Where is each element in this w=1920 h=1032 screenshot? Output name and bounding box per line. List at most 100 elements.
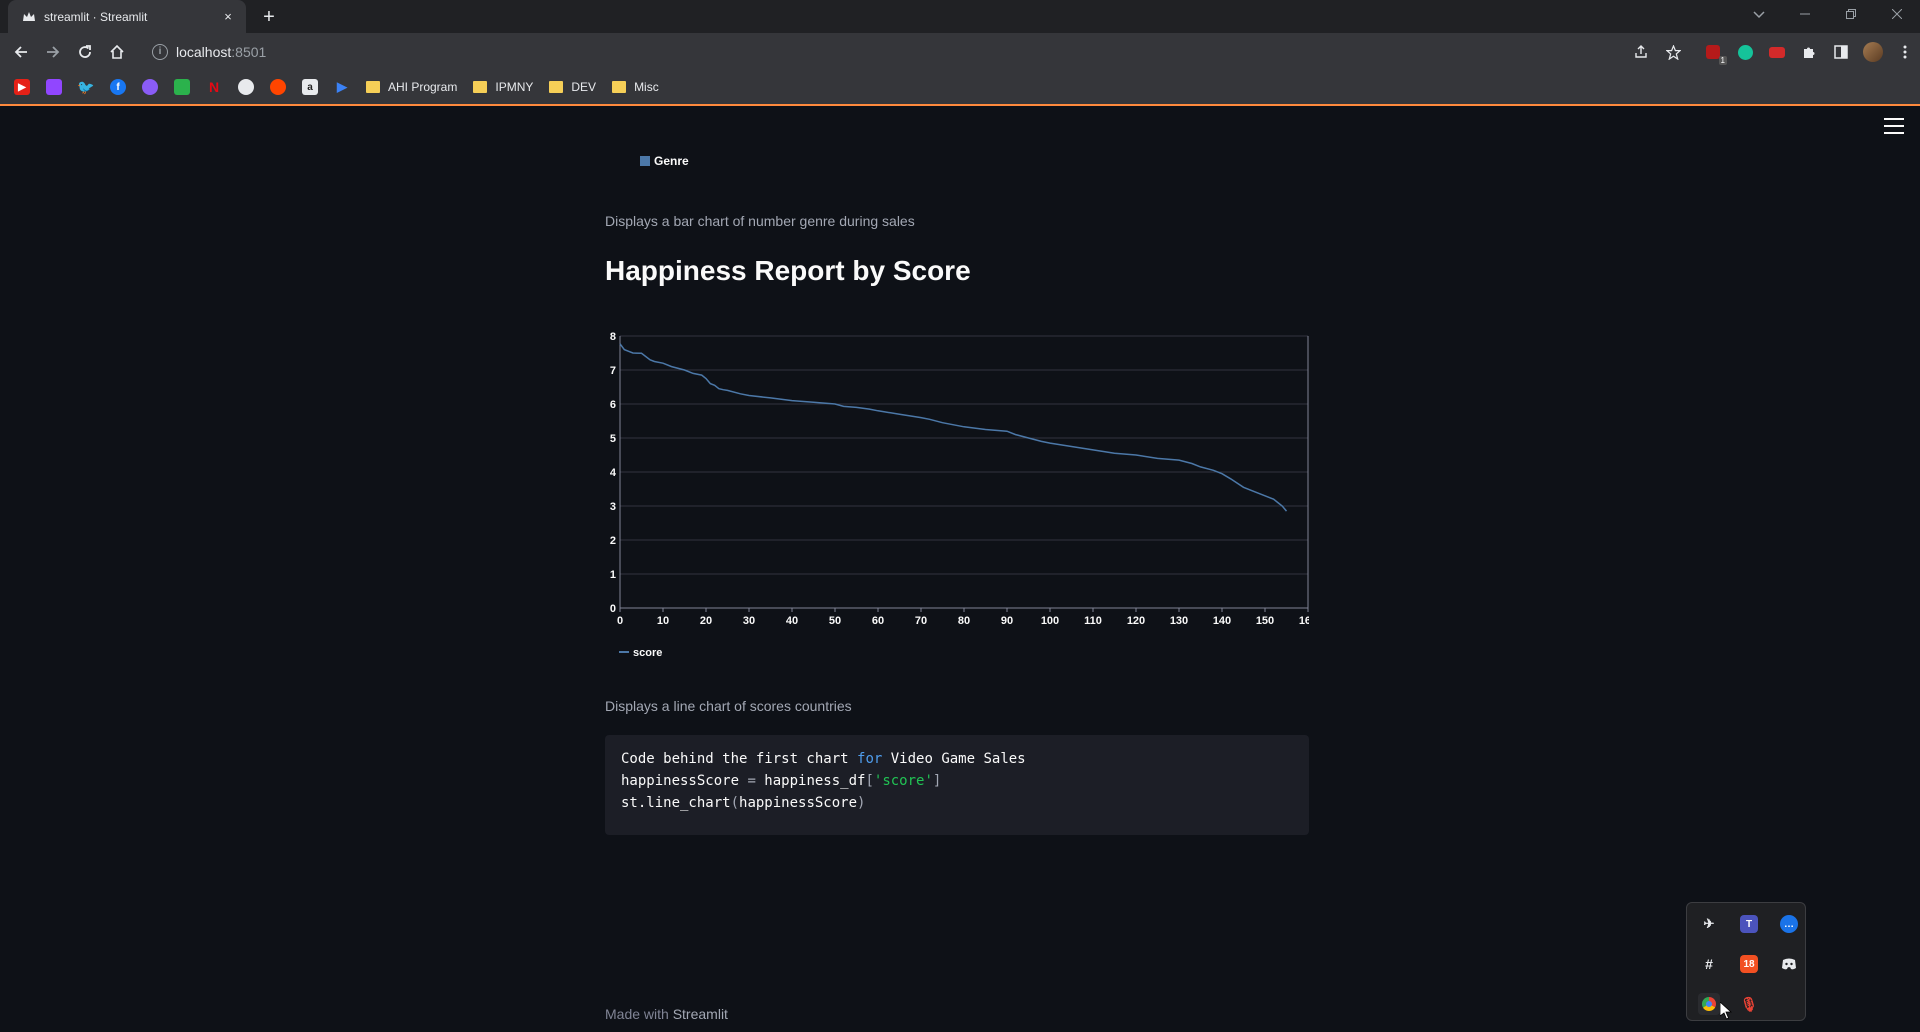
x-tick-label: 150 xyxy=(1256,615,1274,627)
y-tick-label: 2 xyxy=(610,535,616,547)
code-line-1: Code behind the first chart for Video Ga… xyxy=(621,751,1026,767)
bookmark-label: IPMNY xyxy=(495,80,534,94)
y-tick-label: 3 xyxy=(610,501,616,513)
y-tick-label: 5 xyxy=(610,433,616,445)
x-tick-label: 80 xyxy=(958,615,970,627)
code-line-3: st.line_chart(happinessScore) xyxy=(621,795,865,811)
bookmarks-bar: ▶ 🐦 f N a ▶ AHI Program IPMNY DEV Misc xyxy=(0,70,1920,106)
x-tick-label: 10 xyxy=(657,615,669,627)
footer-streamlit-link[interactable]: Streamlit xyxy=(673,1006,728,1022)
caption-line-chart: Displays a line chart of scores countrie… xyxy=(605,698,852,714)
site-info-icon[interactable]: i xyxy=(152,44,168,60)
tab-strip: streamlit · Streamlit × + xyxy=(0,0,1920,33)
bookmark-folder-dev[interactable]: DEV xyxy=(549,80,596,94)
bookmark-label: AHI Program xyxy=(388,80,458,94)
bookmark-label: Misc xyxy=(634,80,659,94)
folder-icon xyxy=(549,81,564,93)
profile-avatar[interactable] xyxy=(1862,41,1884,63)
reddit-icon[interactable] xyxy=(270,79,286,95)
code-text: st.line_chart xyxy=(621,795,731,811)
y-tick-label: 6 xyxy=(610,399,616,411)
x-tick-label: 60 xyxy=(872,615,884,627)
teams-icon[interactable]: T xyxy=(1740,915,1758,933)
twitch-icon[interactable] xyxy=(46,79,62,95)
twitter-icon[interactable]: 🐦 xyxy=(77,79,94,95)
messenger-icon[interactable] xyxy=(142,79,158,95)
system-tray-overflow: ✈ T … # 18 🎙 xyxy=(1686,902,1806,1021)
slack-icon[interactable]: # xyxy=(1700,955,1718,973)
x-tick-label: 70 xyxy=(915,615,927,627)
feedly-icon[interactable] xyxy=(174,79,190,95)
x-tick-label: 20 xyxy=(700,615,712,627)
share-icon[interactable] xyxy=(1630,41,1652,63)
address-bar[interactable]: i localhost:8501 xyxy=(140,38,1640,66)
tab-close-icon[interactable]: × xyxy=(220,9,236,25)
calendar-badge: 18 xyxy=(1743,958,1755,970)
forward-icon[interactable] xyxy=(42,41,64,63)
footer-text: Made with xyxy=(605,1006,673,1022)
calendar-icon[interactable]: 18 xyxy=(1740,955,1758,973)
mouse-cursor-icon xyxy=(1720,1002,1732,1020)
footer: Made with Streamlit xyxy=(605,1006,728,1022)
folder-icon xyxy=(366,81,380,93)
x-tick-label: 50 xyxy=(829,615,841,627)
series-line-score xyxy=(619,343,1288,512)
ublock-extension-icon[interactable]: 1 xyxy=(1702,41,1727,65)
extensions-puzzle-icon[interactable] xyxy=(1798,41,1820,63)
code-block[interactable]: Code behind the first chart for Video Ga… xyxy=(605,735,1309,835)
caption-bar-chart: Displays a bar chart of number genre dur… xyxy=(605,213,915,229)
chrome-icon[interactable] xyxy=(1698,993,1720,1015)
facebook-icon[interactable]: f xyxy=(110,79,126,95)
restore-icon[interactable] xyxy=(1828,0,1874,30)
grammarly-extension-icon[interactable] xyxy=(1734,41,1756,63)
x-tick-label: 160 xyxy=(1299,615,1309,627)
pin-icon[interactable]: ✈ xyxy=(1700,915,1718,933)
close-window-icon[interactable] xyxy=(1874,0,1920,30)
home-icon[interactable] xyxy=(106,41,128,63)
side-panel-icon[interactable] xyxy=(1830,41,1852,63)
bookmark-folder-misc[interactable]: Misc xyxy=(612,80,659,94)
code-text: happiness_df xyxy=(755,773,866,789)
tab-streamlit[interactable]: streamlit · Streamlit × xyxy=(8,0,246,33)
browser-toolbar: i localhost:8501 1 xyxy=(0,33,1920,70)
bookmark-star-icon[interactable] xyxy=(1662,41,1684,63)
bar-chart-legend: Genre xyxy=(640,154,689,168)
y-tick-label: 1 xyxy=(610,569,616,581)
microphone-icon[interactable]: 🎙 xyxy=(1740,995,1758,1013)
url-host: localhost xyxy=(176,44,232,60)
minimize-icon[interactable] xyxy=(1782,0,1828,30)
x-tick-label: 140 xyxy=(1213,615,1231,627)
reload-icon[interactable] xyxy=(74,41,96,63)
x-tick-label: 130 xyxy=(1170,615,1188,627)
tab-search-icon[interactable] xyxy=(1736,0,1782,30)
github-icon[interactable] xyxy=(238,79,254,95)
x-tick-label: 30 xyxy=(743,615,755,627)
video-extension-icon[interactable] xyxy=(1766,41,1788,63)
discord-icon[interactable] xyxy=(1780,955,1798,973)
bookmark-folder-ipmny[interactable]: IPMNY xyxy=(473,80,533,94)
youtube-icon[interactable]: ▶ xyxy=(14,79,30,95)
bookmark-folder-ahi[interactable]: AHI Program xyxy=(366,80,457,94)
bookmark-label: DEV xyxy=(571,80,597,94)
y-tick-label: 4 xyxy=(610,467,617,479)
amazon-icon[interactable]: a xyxy=(302,79,318,95)
kebab-menu-icon[interactable] xyxy=(1894,41,1916,63)
toolbar-actions: 1 xyxy=(1620,41,1916,65)
x-tick-label: 100 xyxy=(1041,615,1059,627)
back-icon[interactable] xyxy=(10,41,32,63)
y-tick-label: 8 xyxy=(610,331,616,343)
x-tick-label: 110 xyxy=(1084,615,1102,627)
app-menu-icon[interactable] xyxy=(1884,118,1904,134)
x-tick-label: 120 xyxy=(1127,615,1145,627)
play-icon[interactable]: ▶ xyxy=(334,79,350,95)
new-tab-button[interactable]: + xyxy=(256,5,282,31)
code-line-2: happinessScore = happiness_df['score'] xyxy=(621,773,941,789)
netflix-icon[interactable]: N xyxy=(206,79,222,95)
code-punctuation: ] xyxy=(932,773,942,789)
extension-badge: 1 xyxy=(1718,56,1727,65)
legend-swatch xyxy=(640,156,650,166)
y-tick-label: 0 xyxy=(610,603,616,615)
legend-label-genre: Genre xyxy=(654,154,689,168)
line-chart[interactable]: 0123456780 10 20 30 40 50 60 70 80 90 100 110 120 130… xyxy=(605,318,1309,658)
chat-icon[interactable]: … xyxy=(1780,915,1798,933)
